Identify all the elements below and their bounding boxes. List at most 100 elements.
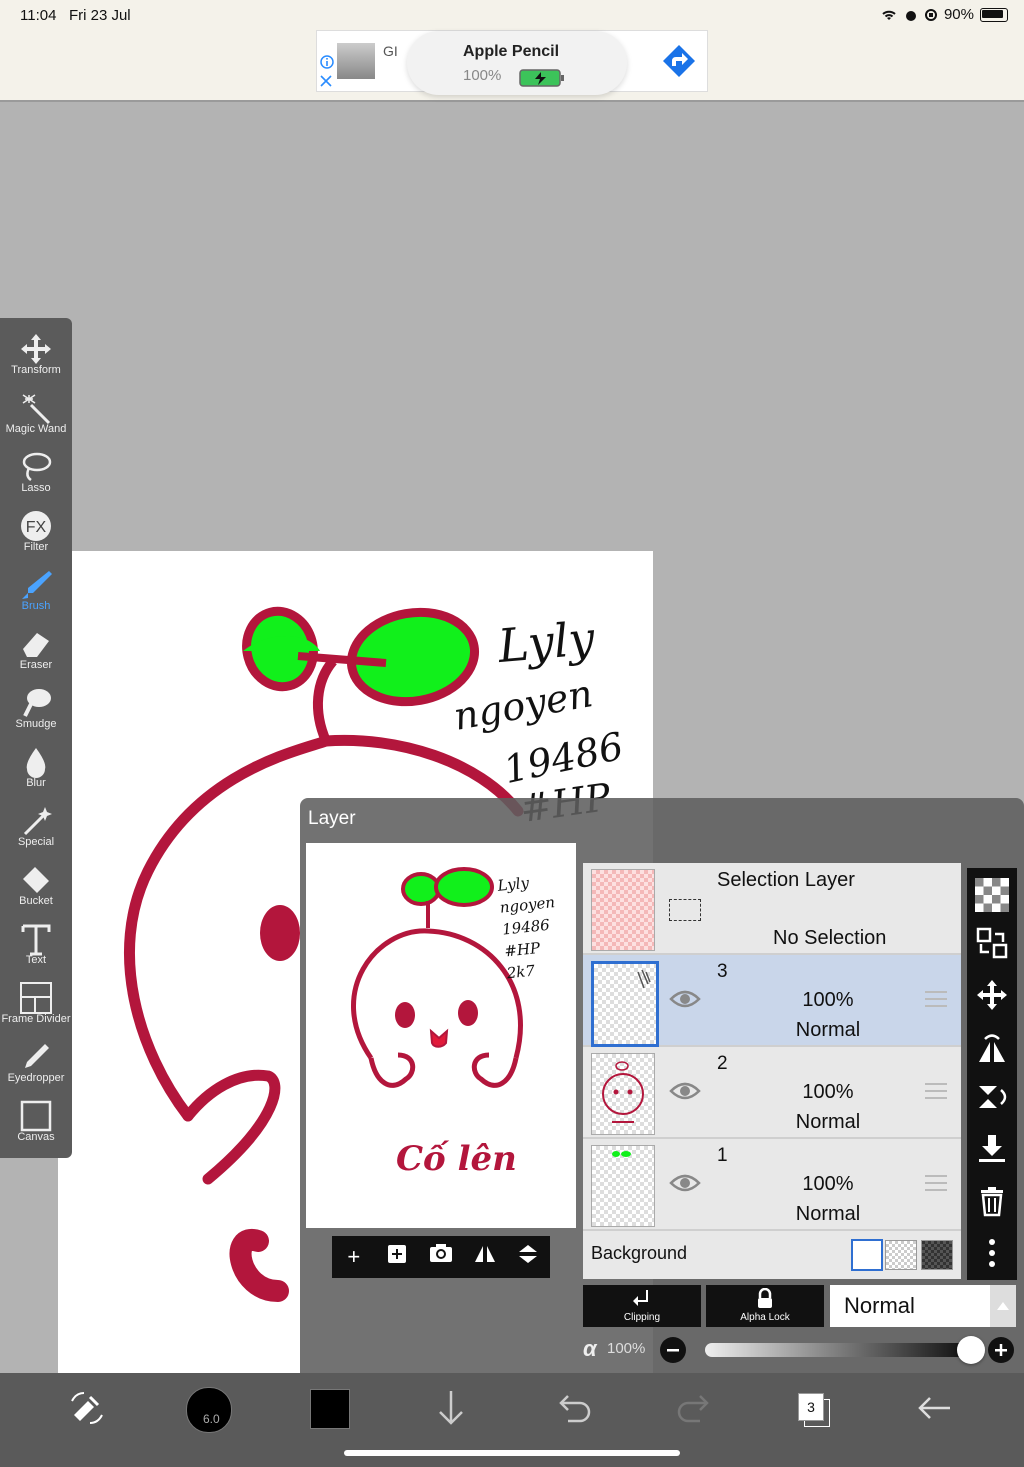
camera-icon[interactable] bbox=[426, 1242, 456, 1272]
layer-transform-icon[interactable] bbox=[975, 926, 1009, 960]
layer-right-toolbar bbox=[967, 868, 1017, 1280]
ad-banner[interactable]: GI Apple Pencil 100% bbox=[316, 30, 708, 95]
layer-opacity: 100% bbox=[802, 989, 854, 1011]
tool-canvas[interactable]: Canvas bbox=[0, 1093, 72, 1152]
special-icon bbox=[23, 807, 52, 836]
smudge-icon bbox=[23, 689, 51, 717]
layer-thumbnail bbox=[591, 1145, 655, 1227]
opacity-minus-icon[interactable] bbox=[659, 1336, 687, 1364]
selection-layer-row[interactable]: Selection Layer No Selection bbox=[583, 863, 961, 955]
add-layer-copy-icon[interactable] bbox=[382, 1242, 412, 1272]
tool-special[interactable]: Special bbox=[0, 798, 72, 857]
layer-panel: Layer Lyly ngoyen 19486 #HP 2k7 Cố lên + bbox=[300, 798, 1024, 1373]
ad-info-icon[interactable] bbox=[320, 55, 334, 69]
blend-mode-select[interactable]: Normal bbox=[830, 1285, 1016, 1327]
layer-number: 1 bbox=[717, 1145, 728, 1166]
tool-label: Frame Divider bbox=[1, 1013, 71, 1025]
layer-blend-mode: Normal bbox=[795, 1019, 861, 1041]
layer-row-2[interactable]: 2 100% Normal bbox=[583, 1047, 961, 1139]
eye-icon[interactable] bbox=[669, 987, 701, 1011]
drag-handle-icon[interactable] bbox=[925, 1175, 947, 1193]
ad-close-icon[interactable] bbox=[320, 75, 332, 87]
layer-opacity: 100% bbox=[802, 1081, 854, 1103]
drag-handle-icon[interactable] bbox=[925, 991, 947, 1009]
layer-row-3[interactable]: 3 100% Normal bbox=[583, 955, 961, 1047]
bucket-icon bbox=[23, 867, 49, 893]
redo-icon[interactable] bbox=[672, 1385, 718, 1431]
tool-sidebar: Transform Magic Wand Lasso FX Filter Brush Era… bbox=[0, 318, 72, 1158]
tool-label: Bucket bbox=[19, 895, 53, 907]
tool-bucket[interactable]: Bucket bbox=[0, 857, 72, 916]
back-arrow-icon[interactable] bbox=[912, 1385, 958, 1431]
tool-lasso[interactable]: Lasso bbox=[0, 444, 72, 503]
rotate-layer-icon[interactable] bbox=[975, 1080, 1009, 1114]
ad-product-image bbox=[337, 43, 375, 79]
opacity-slider-thumb[interactable] bbox=[957, 1336, 985, 1364]
tool-brush[interactable]: Brush bbox=[0, 562, 72, 621]
layer-preview: Lyly ngoyen 19486 #HP 2k7 Cố lên bbox=[306, 843, 576, 1228]
drag-handle-icon[interactable] bbox=[925, 1083, 947, 1101]
move-layer-icon[interactable] bbox=[975, 978, 1009, 1012]
flip-horizontal-icon[interactable] bbox=[470, 1242, 500, 1272]
clipping-icon bbox=[633, 1290, 648, 1306]
quick-swap-icon[interactable] bbox=[64, 1385, 110, 1431]
undo-icon[interactable] bbox=[550, 1385, 596, 1431]
download-arrow-icon[interactable] bbox=[428, 1385, 474, 1431]
opacity-plus-icon[interactable] bbox=[987, 1336, 1015, 1364]
selection-layer-status: No Selection bbox=[773, 927, 887, 949]
background-white-swatch[interactable] bbox=[851, 1239, 883, 1271]
tool-eyedropper[interactable]: Eyedropper bbox=[0, 1034, 72, 1093]
layer-thumbnail bbox=[591, 1053, 655, 1135]
move-arrows-icon bbox=[21, 334, 51, 364]
transparency-checker-icon[interactable] bbox=[975, 878, 1009, 912]
tool-label: Special bbox=[17, 836, 55, 848]
magic-wand-icon bbox=[22, 394, 51, 425]
layers-button[interactable]: 3 bbox=[798, 1393, 830, 1427]
color-swatch[interactable] bbox=[310, 1389, 350, 1429]
tool-text[interactable]: Text bbox=[0, 916, 72, 975]
flip-vertical-icon[interactable] bbox=[513, 1242, 543, 1272]
handwritten-name-line1: Lyly bbox=[495, 610, 597, 674]
brush-size-indicator[interactable]: 6.0 bbox=[186, 1387, 232, 1433]
eye-icon[interactable] bbox=[669, 1171, 701, 1195]
fx-icon: FX bbox=[21, 511, 51, 541]
tool-transform[interactable]: Transform bbox=[0, 326, 72, 385]
background-dark-swatch[interactable] bbox=[921, 1240, 953, 1270]
background-row[interactable]: Background bbox=[583, 1231, 961, 1277]
flip-layer-icon[interactable] bbox=[975, 1032, 1009, 1066]
tool-label: Text bbox=[25, 954, 47, 966]
alpha-lock-label: Alpha Lock bbox=[740, 1312, 790, 1323]
tool-label: Filter bbox=[23, 541, 49, 553]
layer-list: Selection Layer No Selection 3 100% Normal… bbox=[583, 863, 961, 1279]
wifi-icon bbox=[882, 10, 896, 20]
lock-icon bbox=[758, 1288, 772, 1308]
eye-icon[interactable] bbox=[669, 1079, 701, 1103]
tool-frame-divider[interactable]: Frame Divider bbox=[0, 975, 72, 1034]
tool-blur[interactable]: Blur bbox=[0, 739, 72, 798]
background-transparent-swatch[interactable] bbox=[885, 1240, 917, 1270]
tool-magic-wand[interactable]: Magic Wand bbox=[0, 385, 72, 444]
layer-row-1[interactable]: 1 100% Normal bbox=[583, 1139, 961, 1231]
ad-arrow-icon[interactable] bbox=[661, 43, 697, 79]
tool-label: Eyedropper bbox=[7, 1072, 65, 1084]
tool-filter[interactable]: FX Filter bbox=[0, 503, 72, 562]
pencil-battery-pill: Apple Pencil 100% bbox=[407, 31, 627, 95]
battery-percent: 90% bbox=[943, 6, 974, 23]
clipping-label: Clipping bbox=[623, 1312, 661, 1323]
chevron-up-icon bbox=[997, 1302, 1009, 1310]
merge-down-icon[interactable] bbox=[975, 1132, 1009, 1166]
alpha-symbol: α bbox=[583, 1336, 597, 1361]
status-time: 11:04 Fri 23 Jul bbox=[20, 7, 131, 24]
blend-mode-arrow[interactable] bbox=[990, 1285, 1016, 1327]
add-layer-icon[interactable]: + bbox=[339, 1242, 369, 1272]
more-options-icon[interactable] bbox=[975, 1236, 1009, 1270]
svg-text:FX: FX bbox=[26, 519, 47, 536]
home-indicator bbox=[344, 1450, 680, 1456]
tool-smudge[interactable]: Smudge bbox=[0, 680, 72, 739]
tool-eraser[interactable]: Eraser bbox=[0, 621, 72, 680]
tool-label: Eraser bbox=[19, 659, 53, 671]
alpha-lock-button[interactable]: Alpha Lock bbox=[706, 1285, 824, 1327]
delete-layer-icon[interactable] bbox=[975, 1184, 1009, 1218]
opacity-slider[interactable] bbox=[705, 1343, 965, 1357]
clipping-button[interactable]: Clipping bbox=[583, 1285, 701, 1327]
